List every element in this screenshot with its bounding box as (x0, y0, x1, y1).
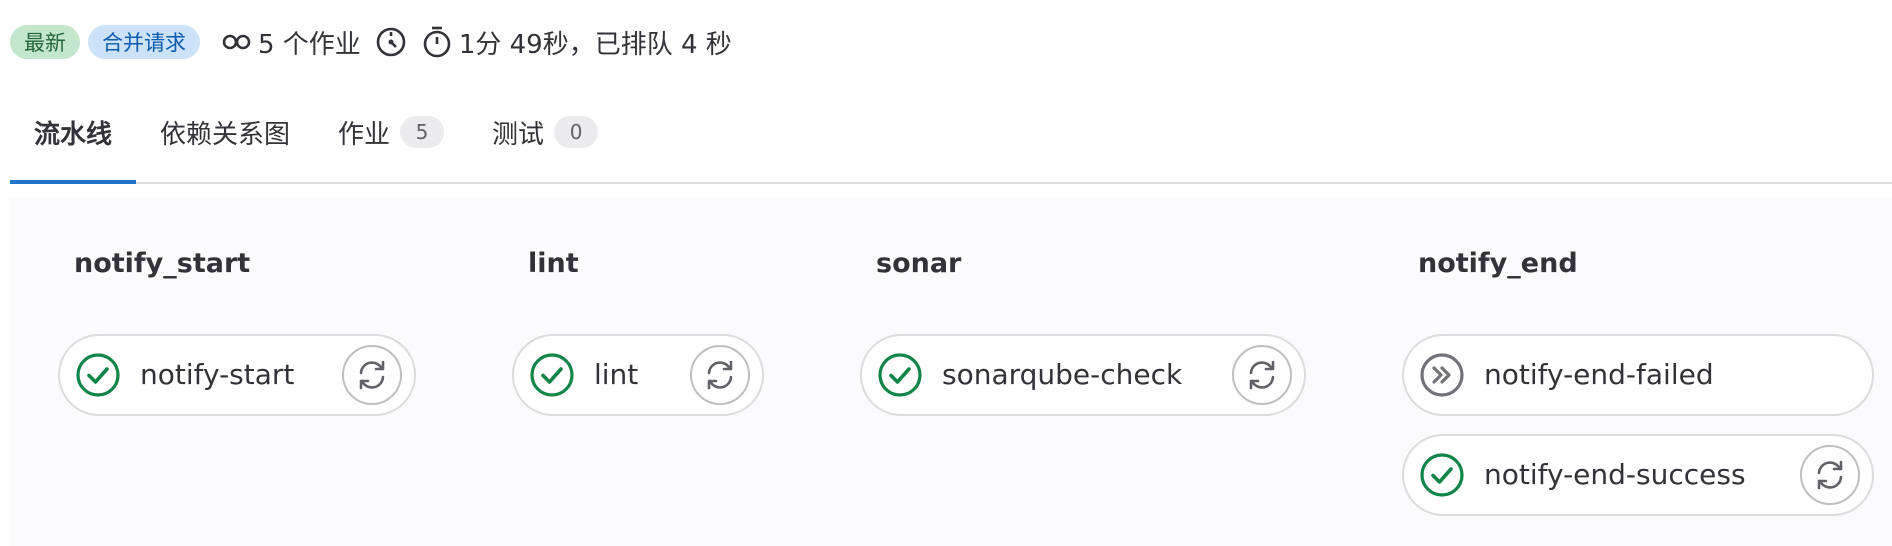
status-success-icon (878, 353, 922, 397)
job-name: notify-start (140, 358, 295, 391)
latest-badge: 最新 (10, 25, 80, 59)
job-name: sonarqube-check (942, 358, 1183, 391)
retry-icon (1817, 460, 1843, 490)
job-card[interactable]: notify-end-success (1402, 434, 1874, 516)
job-name: notify-end-failed (1484, 358, 1714, 391)
job-card[interactable]: lint (512, 334, 764, 416)
retry-button[interactable] (1800, 445, 1860, 505)
pipeline-tabs: 流水线 依赖关系图 作业 5 测试 0 (10, 100, 1892, 184)
retry-icon (1249, 360, 1275, 390)
duration: 1分 49秒，已排队 4 秒 (421, 24, 732, 61)
status-success-icon (530, 353, 574, 397)
pipeline-icon (222, 34, 251, 50)
status-skipped-icon (1420, 353, 1464, 397)
duration-text: 1分 49秒，已排队 4 秒 (458, 29, 732, 60)
retry-button[interactable] (342, 345, 402, 405)
job-name: notify-end-success (1484, 458, 1746, 491)
timer-icon (423, 26, 451, 58)
merge-request-badge: 合并请求 (88, 25, 200, 59)
tab-pipeline[interactable]: 流水线 (10, 100, 137, 184)
job-card[interactable]: sonarqube-check (860, 334, 1306, 416)
job-card[interactable]: notify-end-failed (1402, 334, 1874, 416)
tab-tests[interactable]: 测试 0 (468, 100, 622, 182)
retry-icon (707, 360, 733, 390)
jobs-count: 5 个作业 (222, 24, 361, 61)
stage-title: lint (528, 248, 579, 279)
tab-count-badge: 0 (554, 116, 599, 148)
tab-label: 流水线 (34, 120, 113, 150)
status-success-icon (1420, 453, 1464, 497)
retry-button[interactable] (1232, 345, 1292, 405)
job-name: lint (594, 358, 639, 391)
pipeline-meta-bar: 最新 合并请求 5 个作业 1分 49秒，已排队 4 秒 (10, 20, 732, 64)
jobs-count-text: 5 个作业 (258, 29, 361, 60)
dashboard-icon (376, 27, 406, 57)
tab-dependency-graph[interactable]: 依赖关系图 (136, 100, 314, 182)
status-success-icon (76, 353, 120, 397)
stage-title: notify_start (74, 248, 251, 279)
pipeline-graph: notify_start notify-start lint lint sona… (10, 198, 1892, 546)
tab-label: 依赖关系图 (160, 120, 291, 150)
tab-label: 测试 (492, 120, 545, 150)
tab-label: 作业 (338, 120, 391, 150)
tab-count-badge: 5 (400, 116, 445, 148)
stage-title: sonar (876, 248, 962, 279)
retry-button[interactable] (690, 345, 750, 405)
retry-icon (359, 360, 385, 390)
job-card[interactable]: notify-start (58, 334, 416, 416)
tab-jobs[interactable]: 作业 5 (314, 100, 468, 182)
stage-title: notify_end (1418, 248, 1578, 279)
